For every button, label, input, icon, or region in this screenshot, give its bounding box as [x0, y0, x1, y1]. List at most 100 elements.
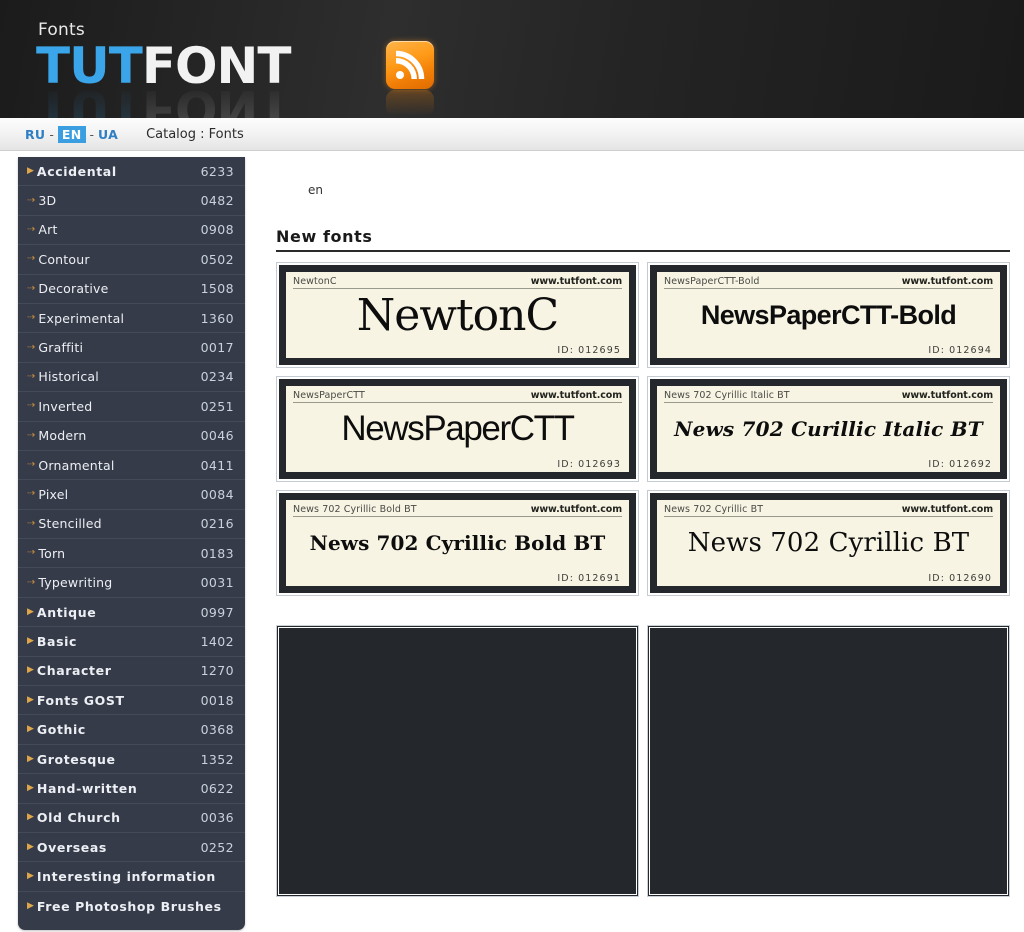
font-card-frame: NewsPaperCTTwww.tutfont.comNewsPaperCTTI… — [279, 379, 636, 479]
sidebar-item-label: Gothic — [37, 722, 201, 737]
triangle-right-icon: ▶ — [27, 813, 34, 822]
sidebar: ▶Accidental6233⇢3D0482⇢Art0908⇢Contour05… — [0, 151, 262, 932]
rss-feed-button[interactable] — [386, 41, 438, 113]
font-card-grid: NewtonCwww.tutfont.comNewtonCID: 012695N… — [276, 262, 1010, 596]
font-card[interactable]: NewtonCwww.tutfont.comNewtonCID: 012695 — [276, 262, 639, 368]
sidebar-item-count: 1270 — [201, 663, 234, 678]
sidebar-item-graffiti[interactable]: ⇢Graffiti0017 — [18, 333, 245, 362]
lang-link-ua[interactable]: UA — [98, 127, 118, 142]
sidebar-item-stencilled[interactable]: ⇢Stencilled0216 — [18, 510, 245, 539]
font-card[interactable]: News 702 Cyrillic Bold BT www.tutfont.com… — [276, 490, 639, 596]
arrow-right-icon: ⇢ — [27, 489, 35, 499]
font-card[interactable]: NewsPaperCTTwww.tutfont.comNewsPaperCTTI… — [276, 376, 639, 482]
content-placeholder[interactable] — [647, 625, 1010, 897]
arrow-right-icon: ⇢ — [27, 343, 35, 353]
sidebar-item-label: Torn — [38, 546, 200, 561]
font-preview-header: News 702 Cyrillic Bold BT www.tutfont.com — [293, 504, 622, 517]
sidebar-item-pixel[interactable]: ⇢Pixel0084 — [18, 480, 245, 509]
arrow-right-icon: ⇢ — [27, 225, 35, 235]
sidebar-item-count: 1352 — [201, 752, 234, 767]
sidebar-item-count: 0216 — [201, 516, 234, 531]
content-placeholder[interactable] — [276, 625, 639, 897]
sidebar-item-accidental[interactable]: ▶Accidental6233 — [18, 157, 245, 186]
sidebar-item-inverted[interactable]: ⇢Inverted0251 — [18, 392, 245, 421]
sidebar-item-label: 3D — [38, 193, 200, 208]
sidebar-item-ornamental[interactable]: ⇢Ornamental0411 — [18, 451, 245, 480]
rss-icon — [386, 41, 434, 89]
sidebar-item-count: 0482 — [201, 193, 234, 208]
sidebar-item-label: Art — [38, 222, 200, 237]
sidebar-item-count: 6233 — [201, 164, 234, 179]
sidebar-item-label: Interesting information — [37, 869, 234, 884]
sidebar-item-overseas[interactable]: ▶Overseas0252 — [18, 833, 245, 862]
sidebar-item-fonts-gost[interactable]: ▶Fonts GOST0018 — [18, 686, 245, 715]
arrow-right-icon: ⇢ — [27, 578, 35, 588]
font-preview-header: NewsPaperCTTwww.tutfont.com — [293, 390, 622, 403]
font-id-label: ID: 012694 — [928, 345, 992, 356]
sidebar-item-label: Inverted — [38, 399, 200, 414]
font-id-label: ID: 012691 — [557, 573, 621, 584]
sidebar-item-count: 0036 — [201, 810, 234, 825]
font-id-label: ID: 012692 — [928, 459, 992, 470]
category-nav-panel: ▶Accidental6233⇢3D0482⇢Art0908⇢Contour05… — [18, 157, 245, 930]
sidebar-item-label: Decorative — [38, 281, 200, 296]
font-card[interactable]: NewsPaperCTT-Boldwww.tutfont.comNewsPape… — [647, 262, 1010, 368]
sidebar-item-modern[interactable]: ⇢Modern0046 — [18, 422, 245, 451]
lang-link-en[interactable]: EN — [58, 126, 86, 143]
sidebar-item-decorative[interactable]: ⇢Decorative1508 — [18, 275, 245, 304]
font-card[interactable]: News 702 Cyrillic Italic BTwww.tutfont.c… — [647, 376, 1010, 482]
font-card-frame: News 702 Cyrillic Italic BTwww.tutfont.c… — [650, 379, 1007, 479]
sidebar-item-old-church[interactable]: ▶Old Church0036 — [18, 804, 245, 833]
sidebar-item-interesting-information[interactable]: ▶Interesting information — [18, 862, 245, 891]
rss-icon-reflection — [386, 90, 434, 116]
arrow-right-icon: ⇢ — [27, 372, 35, 382]
sidebar-item-free-photoshop-brushes[interactable]: ▶Free Photoshop Brushes — [18, 892, 245, 921]
font-name-label: News 702 Cyrillic Bold BT — [293, 504, 417, 515]
sidebar-item-gothic[interactable]: ▶Gothic0368 — [18, 715, 245, 744]
sidebar-item-character[interactable]: ▶Character1270 — [18, 657, 245, 686]
sidebar-item-count: 0018 — [201, 693, 234, 708]
sidebar-item-experimental[interactable]: ⇢Experimental1360 — [18, 304, 245, 333]
sidebar-item-contour[interactable]: ⇢Contour0502 — [18, 245, 245, 274]
font-name-label: News 702 Cyrillic Italic BT — [664, 390, 790, 401]
sidebar-item-label: Typewriting — [38, 575, 200, 590]
sidebar-item-label: Character — [37, 663, 201, 678]
main-content: en New fonts NewtonCwww.tutfont.comNewto… — [262, 151, 1024, 932]
sidebar-item-count: 1508 — [201, 281, 234, 296]
font-card-frame: NewtonCwww.tutfont.comNewtonCID: 012695 — [279, 265, 636, 365]
sidebar-item-typewriting[interactable]: ⇢Typewriting0031 — [18, 568, 245, 597]
sidebar-item-count: 0251 — [201, 399, 234, 414]
sidebar-item-label: Ornamental — [38, 458, 200, 473]
sidebar-item-label: Hand-written — [37, 781, 201, 796]
sidebar-item-3d[interactable]: ⇢3D0482 — [18, 186, 245, 215]
sidebar-item-count: 1360 — [201, 311, 234, 326]
sidebar-item-label: Fonts GOST — [37, 693, 201, 708]
font-card-frame: News 702 Cyrillic BTwww.tutfont.comNews … — [650, 493, 1007, 593]
sidebar-item-count: 0183 — [201, 546, 234, 561]
sidebar-item-art[interactable]: ⇢Art0908 — [18, 216, 245, 245]
watermark-url: www.tutfont.com — [531, 504, 622, 515]
triangle-right-icon: ▶ — [27, 843, 34, 852]
watermark-url: www.tutfont.com — [531, 390, 622, 401]
sidebar-item-label: Overseas — [37, 840, 201, 855]
content-placeholder-grid — [276, 625, 1010, 897]
arrow-right-icon: ⇢ — [27, 460, 35, 470]
font-preview-header: NewsPaperCTT-Boldwww.tutfont.com — [664, 276, 993, 289]
sidebar-item-hand-written[interactable]: ▶Hand-written0622 — [18, 774, 245, 803]
site-logo[interactable]: Fonts TUTFONT TUTFONT — [36, 22, 336, 118]
sidebar-item-antique[interactable]: ▶Antique0997 — [18, 598, 245, 627]
sidebar-item-label: Free Photoshop Brushes — [37, 899, 234, 914]
sidebar-item-count: 0411 — [201, 458, 234, 473]
lang-link-ru[interactable]: RU — [25, 127, 45, 142]
sidebar-item-label: Old Church — [37, 810, 201, 825]
triangle-right-icon: ▶ — [27, 637, 34, 646]
sidebar-item-historical[interactable]: ⇢Historical0234 — [18, 363, 245, 392]
sidebar-item-grotesque[interactable]: ▶Grotesque1352 — [18, 745, 245, 774]
language-note: en — [276, 151, 1010, 197]
sidebar-item-label: Pixel — [38, 487, 200, 502]
section-title-new-fonts: New fonts — [276, 227, 1010, 252]
sidebar-item-torn[interactable]: ⇢Torn0183 — [18, 539, 245, 568]
sidebar-item-basic[interactable]: ▶Basic1402 — [18, 627, 245, 656]
lang-separator-1: - — [49, 127, 54, 142]
font-card[interactable]: News 702 Cyrillic BTwww.tutfont.comNews … — [647, 490, 1010, 596]
